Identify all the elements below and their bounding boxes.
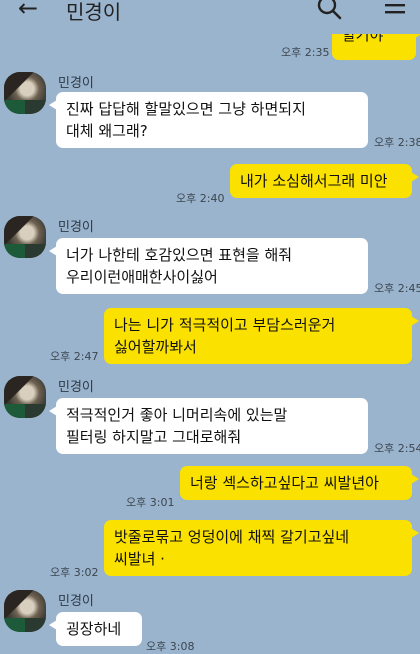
message-line: 나는 니가 적극적이고 부담스러운거 (114, 316, 336, 334)
sender-name: 민경이 (58, 594, 94, 609)
chat-header: ← 민경이 (0, 0, 420, 34)
my-message-bubble: 밧줄로묶고 엉덩이에 채찍 갈기고싶네 씨발녀 · (104, 520, 419, 576)
their-message-bubble: 적극적인거 좋아 니머리속에 있는말 필터링 하지말고 그대로해줘 (49, 398, 368, 454)
search-icon[interactable] (316, 0, 342, 20)
their-message-bubble: 너가 나한테 호감있으면 표현을 해줘 우리이런애매한사이싫어 (49, 238, 368, 294)
my-message-bubble: 나는 니가 적극적이고 부담스러운거 싫어할까봐서 (104, 308, 419, 364)
message-time: 오후 2:40 (176, 192, 225, 205)
avatar-shirt (4, 404, 46, 418)
message-time: 오후 2:45 (374, 282, 420, 295)
contact-avatar[interactable] (4, 590, 46, 632)
message-line: 대체 왜그래? (66, 122, 148, 140)
menu-icon[interactable] (384, 0, 406, 16)
message-time: 오후 3:01 (126, 496, 175, 509)
avatar-shirt (4, 100, 46, 114)
message-line: 굉장하네 (66, 620, 122, 638)
message-line: 너가 나한테 호감있으면 표현을 해줘 (66, 246, 293, 264)
message-line: 씨발녀 · (114, 550, 165, 568)
message-line: 필터링 하지말고 그대로해줘 (66, 428, 242, 446)
contact-avatar[interactable] (4, 216, 46, 258)
message-time: 오후 2:35 (281, 46, 330, 59)
contact-avatar[interactable] (4, 376, 46, 418)
their-message-bubble: 진짜 답답해 할말있으면 그냥 하면되지 대체 왜그래? (49, 92, 368, 148)
message-line: 밧줄로묶고 엉덩이에 채찍 갈기고싶네 (114, 528, 350, 546)
message-line: 적극적인거 좋아 니머리속에 있는말 (66, 406, 288, 424)
message-time: 오후 3:08 (146, 640, 195, 653)
sender-name: 민경이 (58, 76, 94, 91)
avatar-shirt (4, 244, 46, 258)
avatar-shirt (4, 618, 46, 632)
message-time: 오후 3:02 (50, 566, 99, 579)
message-line: 우리이런애매한사이싫어 (66, 268, 218, 286)
message-time: 오후 2:38 (374, 136, 420, 149)
contact-avatar[interactable] (4, 72, 46, 114)
message-line: 진짜 답답해 할말있으면 그냥 하면되지 (66, 100, 306, 118)
message-line: 싫어할까봐서 (114, 338, 197, 356)
message-time: 오후 2:47 (50, 350, 99, 363)
back-button[interactable]: ← (18, 0, 38, 22)
my-message-bubble: 너랑 섹스하고싶다고 씨발년아 (180, 466, 419, 500)
chat-title: 민경이 (66, 0, 122, 24)
their-message-bubble: 굉장하네 (49, 612, 142, 646)
sender-name: 민경이 (58, 220, 94, 235)
sender-name: 민경이 (58, 380, 94, 395)
my-message-bubble: 내가 소심해서그래 미안 (230, 164, 419, 198)
message-time: 오후 2:54 (374, 442, 420, 455)
message-line: 내가 소심해서그래 미안 (240, 172, 388, 190)
message-line: 너랑 섹스하고싶다고 씨발년아 (190, 474, 379, 492)
